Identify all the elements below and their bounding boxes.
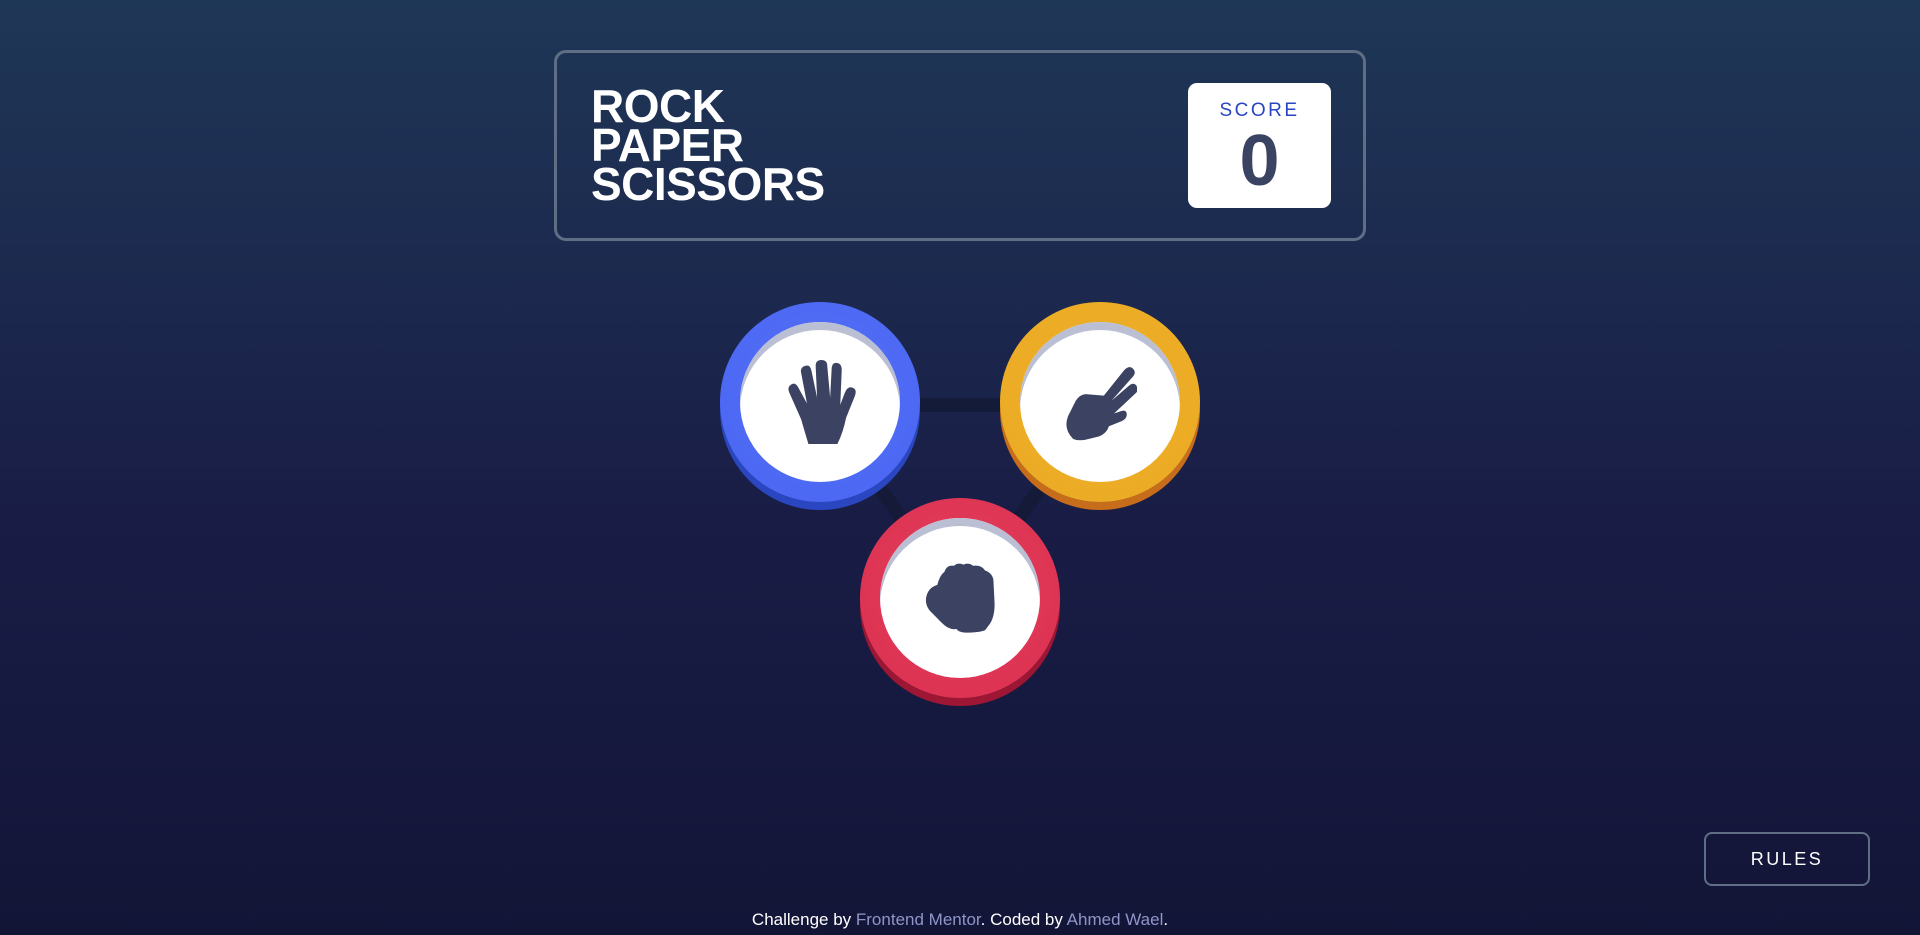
author-link[interactable]: Ahmed Wael: [1067, 910, 1164, 929]
score-header: ROCK PAPER SCISSORS SCORE 0: [554, 50, 1366, 241]
hand-paper-icon: [788, 360, 856, 444]
frontend-mentor-link[interactable]: Frontend Mentor: [856, 910, 981, 929]
rules-button[interactable]: RULES: [1704, 832, 1870, 886]
rock-token-face: [880, 518, 1040, 678]
footer-middle: . Coded by: [980, 910, 1067, 929]
attribution-footer: Challenge by Frontend Mentor. Coded by A…: [0, 910, 1920, 930]
score-label: SCORE: [1219, 99, 1300, 121]
rock-token-button[interactable]: [860, 498, 1060, 698]
score-box: SCORE 0: [1188, 83, 1331, 208]
scissors-token-face: [1020, 322, 1180, 482]
hand-rock-icon: [925, 563, 995, 633]
paper-token-face: [740, 322, 900, 482]
scissors-token-button[interactable]: [1000, 302, 1200, 502]
paper-token-button[interactable]: [720, 302, 920, 502]
footer-suffix: .: [1163, 910, 1169, 929]
logo-line-scissors: SCISSORS: [591, 158, 825, 210]
score-value: 0: [1239, 120, 1280, 201]
hand-scissors-icon: [1066, 367, 1137, 441]
game-logo: ROCK PAPER SCISSORS: [591, 83, 825, 210]
footer-prefix: Challenge by: [751, 910, 856, 929]
